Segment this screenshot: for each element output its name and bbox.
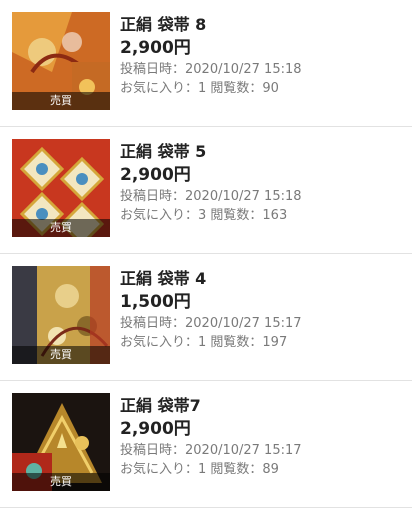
listing-thumbnail[interactable]: 売買 <box>12 266 110 364</box>
listing-posted-time: 投稿日時：2020/10/27 15:18 <box>120 62 302 77</box>
listing-item[interactable]: 売買 正絹 袋帯 5 2,900円 投稿日時：2020/10/27 15:18 … <box>0 127 412 254</box>
listing-stats: お気に入り：1 閲覧数：197 <box>120 335 288 350</box>
listing-title[interactable]: 正絹 袋帯 5 <box>120 141 404 163</box>
listing-item[interactable]: 売買 正絹 袋帯 8 2,900円 投稿日時：2020/10/27 15:18 … <box>0 0 412 127</box>
listing-posted-time: 投稿日時：2020/10/27 15:17 <box>120 443 302 458</box>
listing-info: 正絹 袋帯 8 2,900円 投稿日時：2020/10/27 15:18 お気に… <box>120 14 404 98</box>
listing-title[interactable]: 正絹 袋帯7 <box>120 395 404 417</box>
sold-badge: 売買 <box>12 219 110 237</box>
listing-price: 2,900円 <box>120 38 191 58</box>
listing-item[interactable]: 売買 正絹 袋帯 4 1,500円 投稿日時：2020/10/27 15:17 … <box>0 254 412 381</box>
listing-stats: お気に入り：3 閲覧数：163 <box>120 208 288 223</box>
listing-price: 2,900円 <box>120 165 191 185</box>
listing-posted-time: 投稿日時：2020/10/27 15:17 <box>120 316 302 331</box>
listing-item[interactable]: 売買 正絹 袋帯7 2,900円 投稿日時：2020/10/27 15:17 お… <box>0 381 412 508</box>
sold-badge: 売買 <box>12 92 110 110</box>
listing-list: 売買 正絹 袋帯 8 2,900円 投稿日時：2020/10/27 15:18 … <box>0 0 412 512</box>
listing-thumbnail[interactable]: 売買 <box>12 393 110 491</box>
sold-badge: 売買 <box>12 473 110 491</box>
listing-price: 1,500円 <box>120 292 191 312</box>
listing-stats: お気に入り：1 閲覧数：90 <box>120 81 279 96</box>
listing-stats: お気に入り：1 閲覧数：89 <box>120 462 279 477</box>
listing-title[interactable]: 正絹 袋帯 4 <box>120 268 404 290</box>
listing-info: 正絹 袋帯7 2,900円 投稿日時：2020/10/27 15:17 お気に入… <box>120 395 404 479</box>
listing-info: 正絹 袋帯 4 1,500円 投稿日時：2020/10/27 15:17 お気に… <box>120 268 404 352</box>
sold-badge: 売買 <box>12 346 110 364</box>
listing-price: 2,900円 <box>120 419 191 439</box>
listing-thumbnail[interactable]: 売買 <box>12 12 110 110</box>
listing-thumbnail[interactable]: 売買 <box>12 139 110 237</box>
listing-posted-time: 投稿日時：2020/10/27 15:18 <box>120 189 302 204</box>
listing-info: 正絹 袋帯 5 2,900円 投稿日時：2020/10/27 15:18 お気に… <box>120 141 404 225</box>
listing-title[interactable]: 正絹 袋帯 8 <box>120 14 404 36</box>
